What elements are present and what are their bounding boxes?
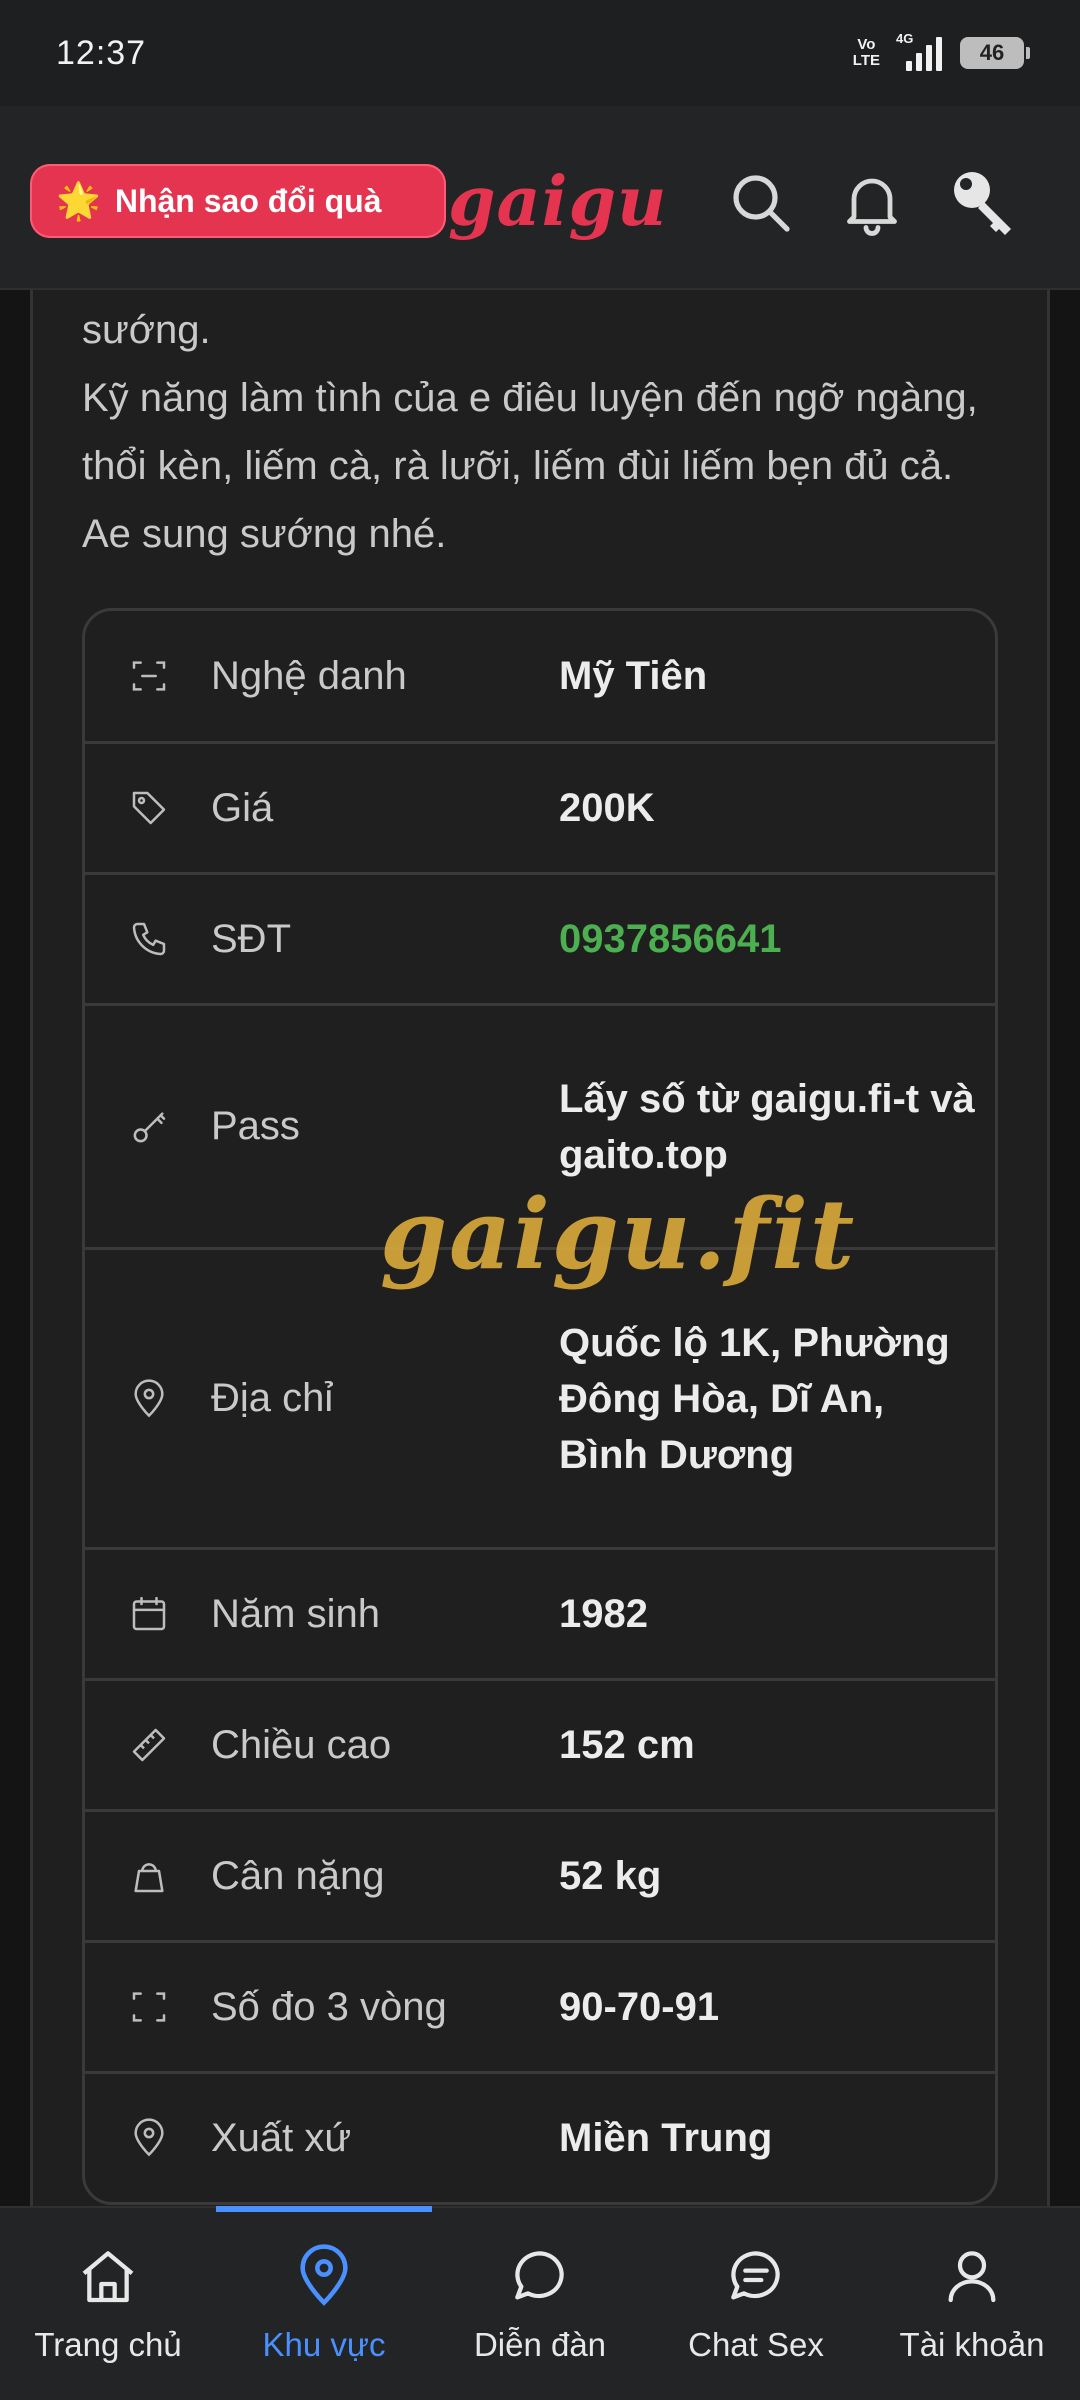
- search-icon[interactable]: [724, 166, 796, 238]
- location-pin-icon: [300, 2244, 348, 2306]
- info-row-birth-year: Năm sinh 1982: [85, 1547, 995, 1678]
- promo-button[interactable]: 🌟 Nhận sao đổi quà: [30, 164, 446, 238]
- info-value: 152 cm: [559, 1723, 695, 1767]
- info-label: Số đo 3 vòng: [211, 1984, 447, 2029]
- info-label: Xuất xứ: [211, 2115, 352, 2160]
- profile-info-table: Nghệ danh Mỹ Tiên Giá 200K SĐT 093785664…: [82, 608, 998, 2205]
- nav-label: Trang chủ: [34, 2326, 182, 2363]
- home-icon: [82, 2251, 134, 2303]
- info-row-price: Giá 200K: [85, 741, 995, 872]
- star-icon: 🌟: [56, 180, 101, 221]
- promo-label: Nhận sao đổi quà: [114, 182, 382, 219]
- price-tag-icon: [85, 784, 169, 832]
- network-type: 4G: [896, 31, 914, 46]
- info-value: 200K: [559, 786, 655, 830]
- bell-icon[interactable]: [836, 166, 908, 238]
- info-label: Địa chỉ: [211, 1376, 334, 1420]
- measure-frame-icon: [85, 1983, 169, 2031]
- info-label: Giá: [211, 785, 274, 830]
- info-row-phone: SĐT 0937856641: [85, 872, 995, 1003]
- nav-region[interactable]: Khu vực: [216, 2206, 432, 2400]
- battery-icon: 46: [960, 37, 1030, 69]
- info-value: 1982: [559, 1592, 648, 1636]
- info-label: Chiều cao: [211, 1722, 392, 1767]
- nav-label: Diễn đàn: [473, 2326, 607, 2363]
- phone-icon: [85, 915, 169, 963]
- key-icon[interactable]: [948, 166, 1020, 238]
- info-row-weight: Cân nặng 52 kg: [85, 1809, 995, 1940]
- status-time: 12:37: [56, 33, 147, 72]
- key-icon: [85, 1103, 169, 1151]
- nav-home[interactable]: Trang chủ: [0, 2208, 216, 2400]
- nav-label: Tài khoản: [899, 2326, 1045, 2363]
- nav-chat[interactable]: Chat Sex: [648, 2208, 864, 2400]
- user-icon: [948, 2251, 996, 2303]
- chat-lines-icon: [731, 2251, 780, 2300]
- location-pin-icon: [85, 2114, 169, 2162]
- description-text: Kỹ năng làm tình của e điêu luyện đến ng…: [82, 376, 978, 556]
- info-label: Nghệ danh: [211, 653, 407, 698]
- volte-indicator: Vo LTE: [852, 36, 880, 69]
- calendar-icon: [85, 1590, 169, 1638]
- nav-label: Chat Sex: [688, 2326, 824, 2363]
- location-pin-icon: [85, 1375, 169, 1423]
- status-bar: 12:37 Vo LTE 4G 46: [0, 0, 1080, 106]
- info-row-measurements: Số đo 3 vòng 90-70-91: [85, 1940, 995, 2071]
- info-row-address: Địa chỉ Quốc lộ 1K, Phường Đông Hòa, Dĩ …: [85, 1247, 995, 1547]
- watermark: gaigu.fit: [380, 1178, 857, 1291]
- info-label: Cân nặng: [211, 1853, 385, 1898]
- site-logo[interactable]: gaigu: [448, 162, 667, 242]
- info-label: SĐT: [211, 916, 291, 961]
- weight-icon: [85, 1852, 169, 1900]
- app-header: 🌟 Nhận sao đổi quà gaigu: [0, 106, 1080, 290]
- signal-icon: 4G: [896, 31, 942, 71]
- nav-forum[interactable]: Diễn đàn: [432, 2208, 648, 2400]
- info-value: Mỹ Tiên: [559, 654, 708, 698]
- status-icons: Vo LTE 4G 46: [852, 31, 1030, 71]
- info-label: Năm sinh: [211, 1591, 380, 1636]
- info-value: Miền Trung: [559, 2116, 773, 2160]
- nav-label: Khu vực: [262, 2326, 386, 2363]
- description-line: sướng.: [82, 308, 211, 352]
- info-value: 90-70-91: [559, 1985, 720, 2029]
- post-description: sướng. Kỹ năng làm tình của e điêu luyện…: [82, 296, 1002, 568]
- phone-number-link[interactable]: 0937856641: [559, 911, 995, 967]
- nav-account[interactable]: Tài khoản: [864, 2208, 1080, 2400]
- bottom-nav: Trang chủ Khu vực Diễn đàn Chat Sex Tài …: [0, 2206, 1080, 2400]
- info-row-origin: Xuất xứ Miền Trung: [85, 2071, 995, 2202]
- info-row-height: Chiều cao 152 cm: [85, 1678, 995, 1809]
- info-row-stage-name: Nghệ danh Mỹ Tiên: [85, 611, 995, 741]
- ruler-icon: [85, 1721, 169, 1769]
- info-label: Pass: [211, 1104, 300, 1148]
- chat-bubble-icon: [515, 2251, 564, 2300]
- info-value: 52 kg: [559, 1854, 662, 1898]
- info-value: Quốc lộ 1K, Phường Đông Hòa, Dĩ An, Bình…: [559, 1320, 950, 1477]
- info-value: Lấy số từ gaigu.fi-t và gaito.top: [559, 1076, 975, 1177]
- id-frame-icon: [85, 652, 169, 700]
